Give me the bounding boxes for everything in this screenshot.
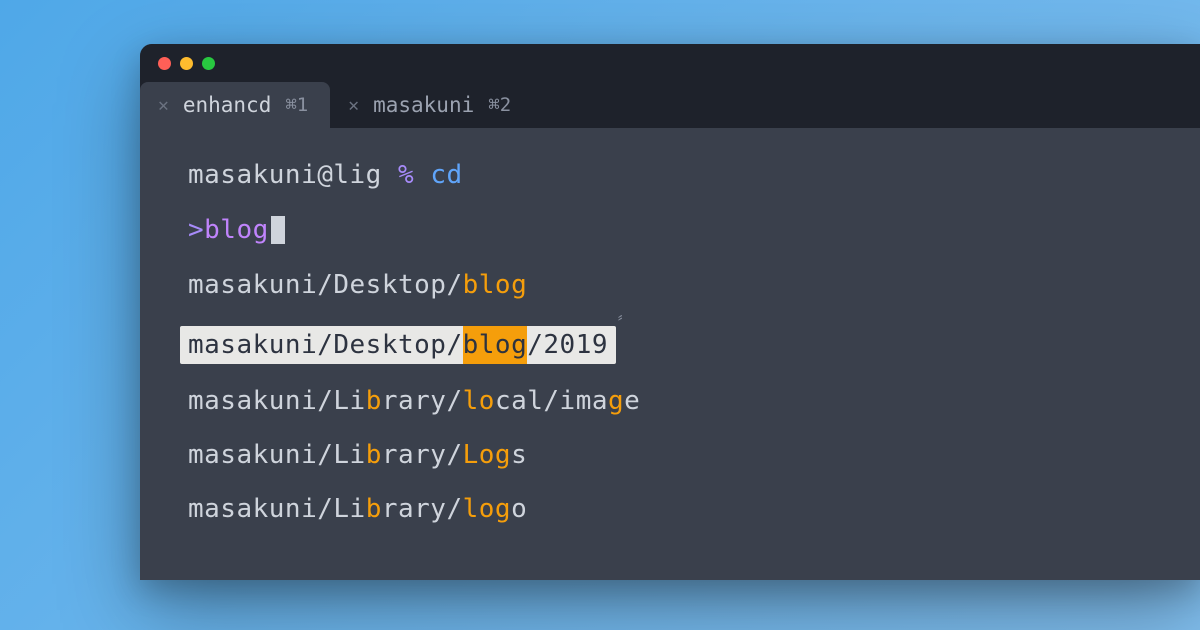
tab-masakuni[interactable]: ✕ masakuni ⌘2 <box>330 82 533 128</box>
result-item[interactable]: masakuni/Library/logo <box>140 496 1200 522</box>
match-highlight: log <box>463 494 511 524</box>
match-highlight: Log <box>463 440 511 470</box>
match-highlight: b <box>366 386 382 416</box>
close-icon[interactable] <box>158 57 171 70</box>
tab-shortcut: ⌘1 <box>285 94 308 116</box>
match-highlight: blog <box>463 326 528 364</box>
zoom-icon[interactable] <box>202 57 215 70</box>
path-segment: masakuni/Li <box>188 386 366 416</box>
prompt-command: cd <box>430 162 462 188</box>
result-item[interactable]: masakuni/Library/Logs <box>140 442 1200 468</box>
path-segment: masakuni/Desktop/ <box>188 270 463 300</box>
match-highlight: blog <box>463 270 528 300</box>
path-segment: s <box>511 440 527 470</box>
prompt-symbol: % <box>398 162 430 188</box>
tab-bar: ✕ enhancd ⌘1 ✕ masakuni ⌘2 <box>140 82 1200 128</box>
path-segment: e <box>624 386 640 416</box>
tab-enhancd[interactable]: ✕ enhancd ⌘1 <box>140 82 330 128</box>
match-highlight: b <box>366 440 382 470</box>
result-item-selected[interactable]: masakuni/Desktop/blog/2019〞 <box>140 326 1200 364</box>
close-tab-icon[interactable]: ✕ <box>348 95 359 116</box>
fuzzy-search-input[interactable]: >blog <box>140 216 1200 244</box>
prompt-userhost: masakuni@lig <box>188 162 398 188</box>
path-segment: masakuni/Li <box>188 494 366 524</box>
result-item[interactable]: masakuni/Desktop/blog <box>140 272 1200 298</box>
match-highlight: b <box>366 494 382 524</box>
match-highlight: g <box>608 386 624 416</box>
path-segment: /2019 <box>527 330 608 360</box>
text-cursor <box>271 216 285 244</box>
prompt-line: masakuni@lig % cd <box>140 162 1200 188</box>
search-query: blog <box>204 217 269 243</box>
path-segment: masakuni/Li <box>188 440 366 470</box>
tab-shortcut: ⌘2 <box>488 94 511 116</box>
path-segment: rary/ <box>382 440 463 470</box>
selection-tick-icon: 〞 <box>618 316 633 330</box>
path-segment: rary/ <box>382 386 463 416</box>
search-caret: > <box>188 217 204 243</box>
match-highlight: lo <box>463 386 495 416</box>
tab-label: masakuni <box>373 93 474 117</box>
results-list: masakuni/Desktop/blogmasakuni/Desktop/bl… <box>140 272 1200 522</box>
path-segment: o <box>511 494 527 524</box>
window-titlebar <box>140 44 1200 82</box>
close-tab-icon[interactable]: ✕ <box>158 95 169 116</box>
minimize-icon[interactable] <box>180 57 193 70</box>
tab-label: enhancd <box>183 93 272 117</box>
path-segment: rary/ <box>382 494 463 524</box>
path-segment: masakuni/Desktop/ <box>188 330 463 360</box>
terminal-content[interactable]: masakuni@lig % cd >blog masakuni/Desktop… <box>140 128 1200 580</box>
terminal-window: ✕ enhancd ⌘1 ✕ masakuni ⌘2 masakuni@lig … <box>140 44 1200 580</box>
path-segment: cal/ima <box>495 386 608 416</box>
result-item[interactable]: masakuni/Library/local/image <box>140 388 1200 414</box>
